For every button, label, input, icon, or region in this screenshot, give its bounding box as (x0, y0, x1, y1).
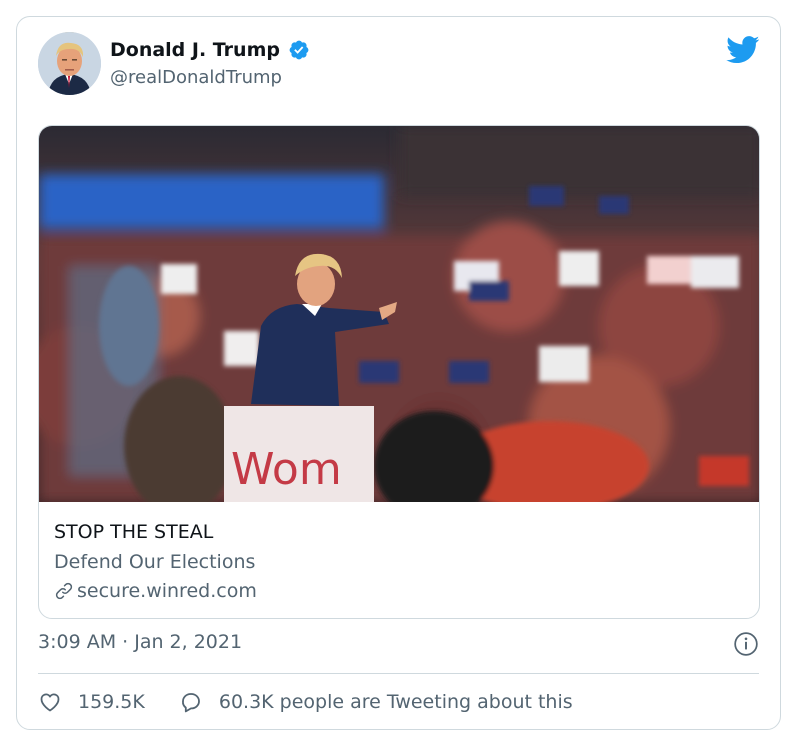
verified-badge-icon (289, 40, 309, 60)
discussion-text: 60.3K people are Tweeting about this (218, 691, 573, 713)
heart-icon (40, 693, 60, 712)
twitter-bird-icon[interactable] (726, 36, 760, 64)
link-card[interactable]: Wom STOP THE STEAL Defend Our Elections … (38, 125, 760, 619)
tweet-timestamp[interactable]: 3:09 AM · Jan 2, 2021 (38, 631, 242, 653)
card-description: Defend Our Elections (54, 551, 256, 573)
card-image-sign-text: Wom (231, 444, 342, 495)
reply-discussion-button[interactable]: 60.3K people are Tweeting about this (179, 690, 573, 714)
card-title: STOP THE STEAL (54, 521, 214, 543)
tweet-embed[interactable]: Donald J. Trump @realDonaldTrump Wom STO… (16, 16, 781, 730)
tweet-actions: 159.5K 60.3K people are Tweeting about t… (38, 687, 573, 717)
speech-bubble-icon (181, 693, 200, 713)
like-button[interactable]: 159.5K (38, 690, 145, 714)
author-name[interactable]: Donald J. Trump (110, 39, 280, 61)
card-domain-text: secure.winred.com (77, 580, 257, 602)
author-handle[interactable]: @realDonaldTrump (110, 67, 282, 88)
card-image: Wom (39, 126, 759, 502)
divider (38, 673, 759, 674)
link-icon (55, 582, 73, 600)
like-count: 159.5K (78, 691, 145, 713)
avatar[interactable] (38, 32, 101, 95)
info-icon[interactable] (733, 631, 759, 657)
card-domain: secure.winred.com (54, 578, 744, 604)
